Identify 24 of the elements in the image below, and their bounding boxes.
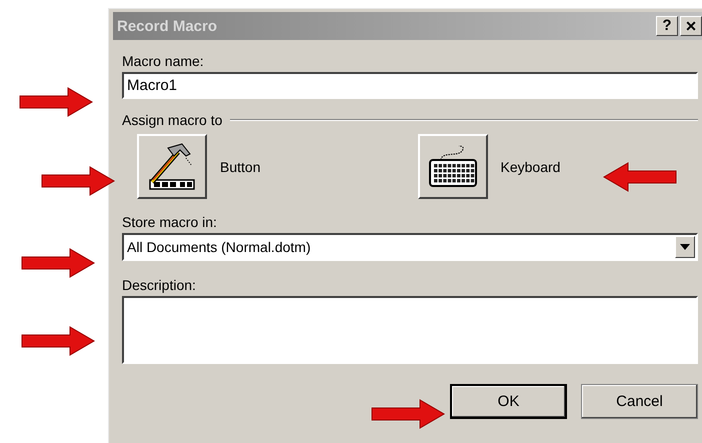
field-label: Macro name: <box>122 52 205 70</box>
group-label: Assign macro to <box>122 111 222 129</box>
arrow-icon <box>18 87 94 117</box>
field-label: Store macro in: <box>122 213 218 231</box>
arrow-icon <box>40 166 116 196</box>
arrow-icon <box>20 326 96 356</box>
keyboard-assign-button[interactable] <box>418 134 488 199</box>
arrow-icon <box>602 162 678 192</box>
close-button[interactable]: × <box>680 16 702 36</box>
field-label: Description: <box>122 276 197 294</box>
dialog-button[interactable]: OK <box>450 384 567 419</box>
store-dropdown[interactable]: All Documents (Normal.dotm) <box>122 233 698 261</box>
help-button[interactable]: ? <box>656 16 678 36</box>
option-label: Button <box>220 158 260 176</box>
button-assign-button[interactable] <box>137 134 207 199</box>
window-title: Record Macro <box>117 18 218 34</box>
description-field[interactable] <box>122 296 698 364</box>
dialog-button[interactable]: Cancel <box>581 384 698 419</box>
arrow-icon <box>20 248 96 278</box>
arrow-icon <box>370 399 446 429</box>
dropdown-value: All Documents (Normal.dotm) <box>126 239 312 255</box>
macro-name-field[interactable]: Macro1 <box>122 72 698 99</box>
keyboard-icon <box>426 144 478 190</box>
option-label: Keyboard <box>500 158 560 176</box>
